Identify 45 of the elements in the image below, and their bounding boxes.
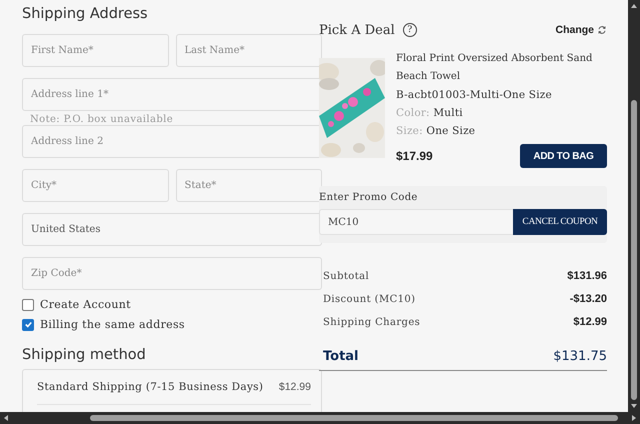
field-label: Enter Promo Code bbox=[319, 192, 419, 203]
product-price: $17.99 bbox=[396, 149, 433, 163]
vertical-scrollbar[interactable] bbox=[628, 0, 640, 412]
input-field[interactable]: Address line 2 bbox=[22, 125, 322, 158]
product-sku: B-acbt01003-Multi-One Size bbox=[396, 88, 553, 103]
summary-value: $12.99 bbox=[573, 316, 607, 328]
add-to-bag-button[interactable]: ADD TO BAG bbox=[520, 144, 607, 168]
attribute-label: Color: bbox=[396, 107, 430, 119]
input-field[interactable]: Zip Code* bbox=[22, 257, 322, 290]
summary-label: Discount (MC10) bbox=[323, 294, 416, 304]
scroll-left-icon[interactable] bbox=[2, 414, 10, 422]
summary-value: -$13.20 bbox=[570, 293, 607, 305]
checkbox-label: Create Account bbox=[40, 298, 131, 311]
field-note: Note: P.O. box unavailable bbox=[30, 114, 174, 125]
input-field[interactable]: Last Name* bbox=[176, 34, 322, 67]
summary-label: Subtotal bbox=[323, 270, 370, 282]
checkbox-label: Billing the same address bbox=[40, 318, 185, 331]
scroll-down-icon[interactable] bbox=[630, 402, 638, 410]
input-field[interactable]: Address line 1* bbox=[22, 78, 322, 111]
attribute-label: Size: bbox=[396, 125, 423, 137]
change-link[interactable]: Change bbox=[555, 24, 607, 36]
total-label: Total bbox=[323, 349, 359, 364]
summary-label: Shipping Charges bbox=[323, 316, 420, 328]
section-title: Pick A Deal bbox=[319, 22, 395, 38]
section-title: Shipping Address bbox=[22, 6, 149, 22]
scroll-right-icon[interactable] bbox=[630, 414, 638, 422]
attribute-value: One Size bbox=[426, 125, 476, 137]
total-value: $131.75 bbox=[553, 349, 607, 364]
section-title: Shipping method bbox=[22, 347, 147, 363]
checkbox[interactable] bbox=[22, 318, 34, 330]
cancel-coupon-button[interactable]: CANCEL COUPON bbox=[513, 209, 607, 235]
summary-value: $131.96 bbox=[567, 270, 607, 282]
scroll-up-icon[interactable] bbox=[630, 2, 638, 10]
checkbox[interactable] bbox=[22, 298, 34, 310]
attribute-value: Multi bbox=[433, 107, 463, 119]
input-field[interactable]: United States bbox=[22, 213, 322, 246]
horizontal-scrollbar[interactable] bbox=[0, 412, 640, 424]
promo-code-field[interactable]: MC10 bbox=[319, 209, 513, 235]
shipping-price: $12.99 bbox=[278, 381, 311, 393]
product-name: Floral Print Oversized Absorbent Sand Beach Towel bbox=[396, 52, 594, 84]
refresh-icon[interactable] bbox=[597, 25, 607, 35]
shipping-option[interactable]: Standard Shipping (7-15 Business Days) bbox=[37, 381, 264, 393]
help-icon[interactable]: ? bbox=[402, 23, 417, 37]
input-field[interactable]: First Name* bbox=[22, 34, 168, 67]
input-field[interactable]: City* bbox=[22, 169, 168, 202]
